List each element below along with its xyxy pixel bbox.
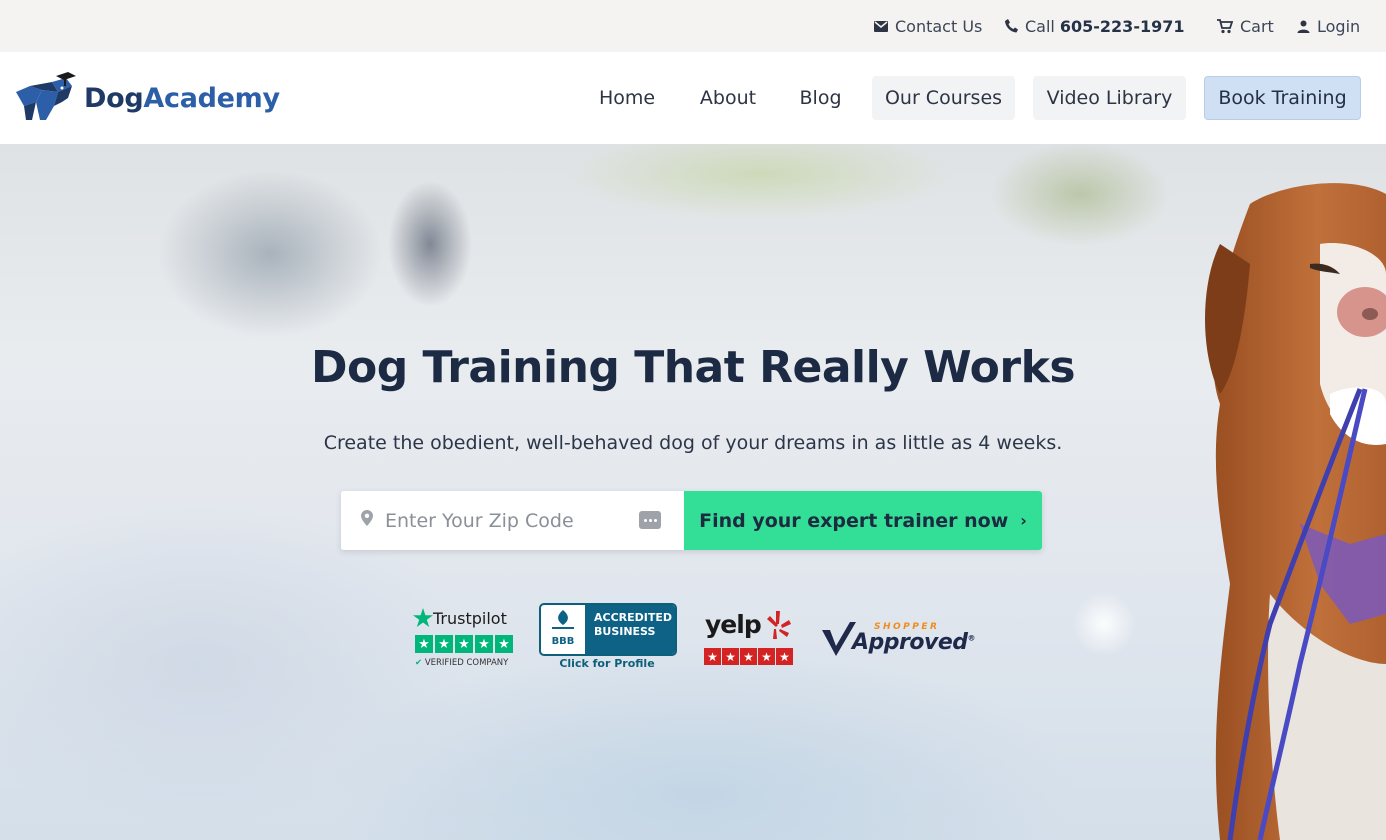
bbb-click-for-profile: Click for Profile bbox=[559, 657, 655, 670]
call-prefix: Call bbox=[1025, 16, 1055, 36]
trustpilot-rating-stars: ★ ★ ★ ★ ★ bbox=[415, 635, 513, 653]
nav-home[interactable]: Home bbox=[588, 76, 666, 120]
yelp-burst-icon bbox=[767, 611, 791, 639]
find-trainer-label: Find your expert trainer now bbox=[699, 509, 1009, 532]
yelp-rating-stars: ★ ★ ★ ★ ★ bbox=[704, 648, 793, 665]
brand-wordmark: DogAcademy bbox=[84, 83, 280, 114]
star-icon: ★ bbox=[415, 635, 433, 653]
star-icon: ★ bbox=[495, 635, 513, 653]
shopper-approved-main: Approved® bbox=[852, 630, 975, 655]
trustpilot-wordmark: Trustpilot bbox=[433, 608, 507, 628]
login-link[interactable]: Login bbox=[1297, 15, 1360, 37]
login-label: Login bbox=[1317, 16, 1361, 36]
star-icon: ★ bbox=[758, 648, 775, 665]
trustpilot-verified-label: VERIFIED COMPANY bbox=[424, 658, 509, 668]
nav-book-training-button[interactable]: Book Training bbox=[1204, 76, 1361, 120]
shopper-approved-check-icon bbox=[822, 622, 856, 656]
nav-blog[interactable]: Blog bbox=[789, 76, 852, 120]
nav-our-courses[interactable]: Our Courses bbox=[872, 76, 1015, 120]
contact-us-label: Contact Us bbox=[895, 16, 983, 36]
trustpilot-badge[interactable]: Trustpilot ★ ★ ★ ★ ★ ✔ VERIFIED COMPANY bbox=[413, 606, 517, 672]
bbb-box: BBB ACCREDITED BUSINESS bbox=[539, 603, 677, 656]
yelp-badge[interactable]: yelp ★ ★ ★ ★ ★ bbox=[703, 610, 795, 670]
contact-us-link[interactable]: Contact Us bbox=[874, 15, 982, 37]
nav-about[interactable]: About bbox=[688, 76, 768, 120]
bbb-badge[interactable]: BBB ACCREDITED BUSINESS Click for Profil… bbox=[539, 603, 677, 671]
utility-bar: Contact Us Call 605-223-1971 Cart Login bbox=[0, 0, 1386, 52]
bbb-accreditation: ACCREDITED BUSINESS bbox=[585, 605, 675, 654]
find-trainer-button[interactable]: Find your expert trainer now › bbox=[684, 491, 1042, 550]
trustpilot-verified: ✔ VERIFIED COMPANY bbox=[415, 658, 508, 668]
location-pin-icon bbox=[361, 510, 373, 526]
cart-link[interactable]: Cart bbox=[1217, 15, 1274, 37]
dog-photo bbox=[1205, 183, 1386, 840]
star-icon: ★ bbox=[740, 648, 757, 665]
call-link[interactable]: Call 605-223-1971 bbox=[1005, 15, 1184, 37]
trustpilot-star-icon bbox=[413, 608, 433, 627]
envelope-icon bbox=[874, 20, 888, 32]
nav-video-library[interactable]: Video Library bbox=[1033, 76, 1186, 120]
bbb-torch-icon: BBB bbox=[552, 610, 575, 647]
user-icon bbox=[1297, 20, 1310, 33]
trustpilot-name: Trustpilot bbox=[413, 608, 507, 628]
chevron-right-icon: › bbox=[1020, 511, 1027, 530]
star-icon: ★ bbox=[435, 635, 453, 653]
star-icon: ★ bbox=[475, 635, 493, 653]
zip-code-input[interactable] bbox=[385, 491, 625, 550]
cart-icon bbox=[1217, 18, 1233, 33]
svg-text:BBB: BBB bbox=[552, 636, 575, 647]
cart-label: Cart bbox=[1240, 16, 1274, 36]
phone-icon bbox=[1005, 19, 1018, 33]
hero-headline: Dog Training That Really Works bbox=[310, 342, 1076, 393]
trainer-search-form: Find your expert trainer now › bbox=[341, 491, 1042, 550]
brand-name-part2: Academy bbox=[143, 82, 280, 114]
star-icon: ★ bbox=[776, 648, 793, 665]
star-icon: ★ bbox=[722, 648, 739, 665]
main-navbar: DogAcademy Home About Blog Our Courses V… bbox=[0, 52, 1386, 144]
hero-subline: Create the obedient, well-behaved dog of… bbox=[323, 432, 1063, 454]
zip-field-container bbox=[341, 491, 684, 550]
brand-logo[interactable]: DogAcademy bbox=[12, 72, 280, 124]
dog-graduate-logo bbox=[16, 72, 76, 120]
bbb-line1: ACCREDITED bbox=[594, 611, 673, 624]
bbb-line2: BUSINESS bbox=[594, 625, 656, 638]
shopper-approved-wordmark: Approved bbox=[852, 630, 968, 655]
yelp-wordmark: yelp bbox=[705, 610, 762, 639]
brand-name-part1: Dog bbox=[84, 82, 144, 114]
star-icon: ★ bbox=[455, 635, 473, 653]
autofill-icon[interactable] bbox=[639, 511, 661, 529]
star-icon: ★ bbox=[704, 648, 721, 665]
check-icon: ✔ bbox=[415, 658, 423, 668]
shopper-approved-badge[interactable]: SHOPPER Approved® bbox=[820, 618, 975, 664]
phone-number: 605-223-1971 bbox=[1059, 16, 1185, 36]
hero-section: Dog Training That Really Works Create th… bbox=[0, 144, 1386, 840]
